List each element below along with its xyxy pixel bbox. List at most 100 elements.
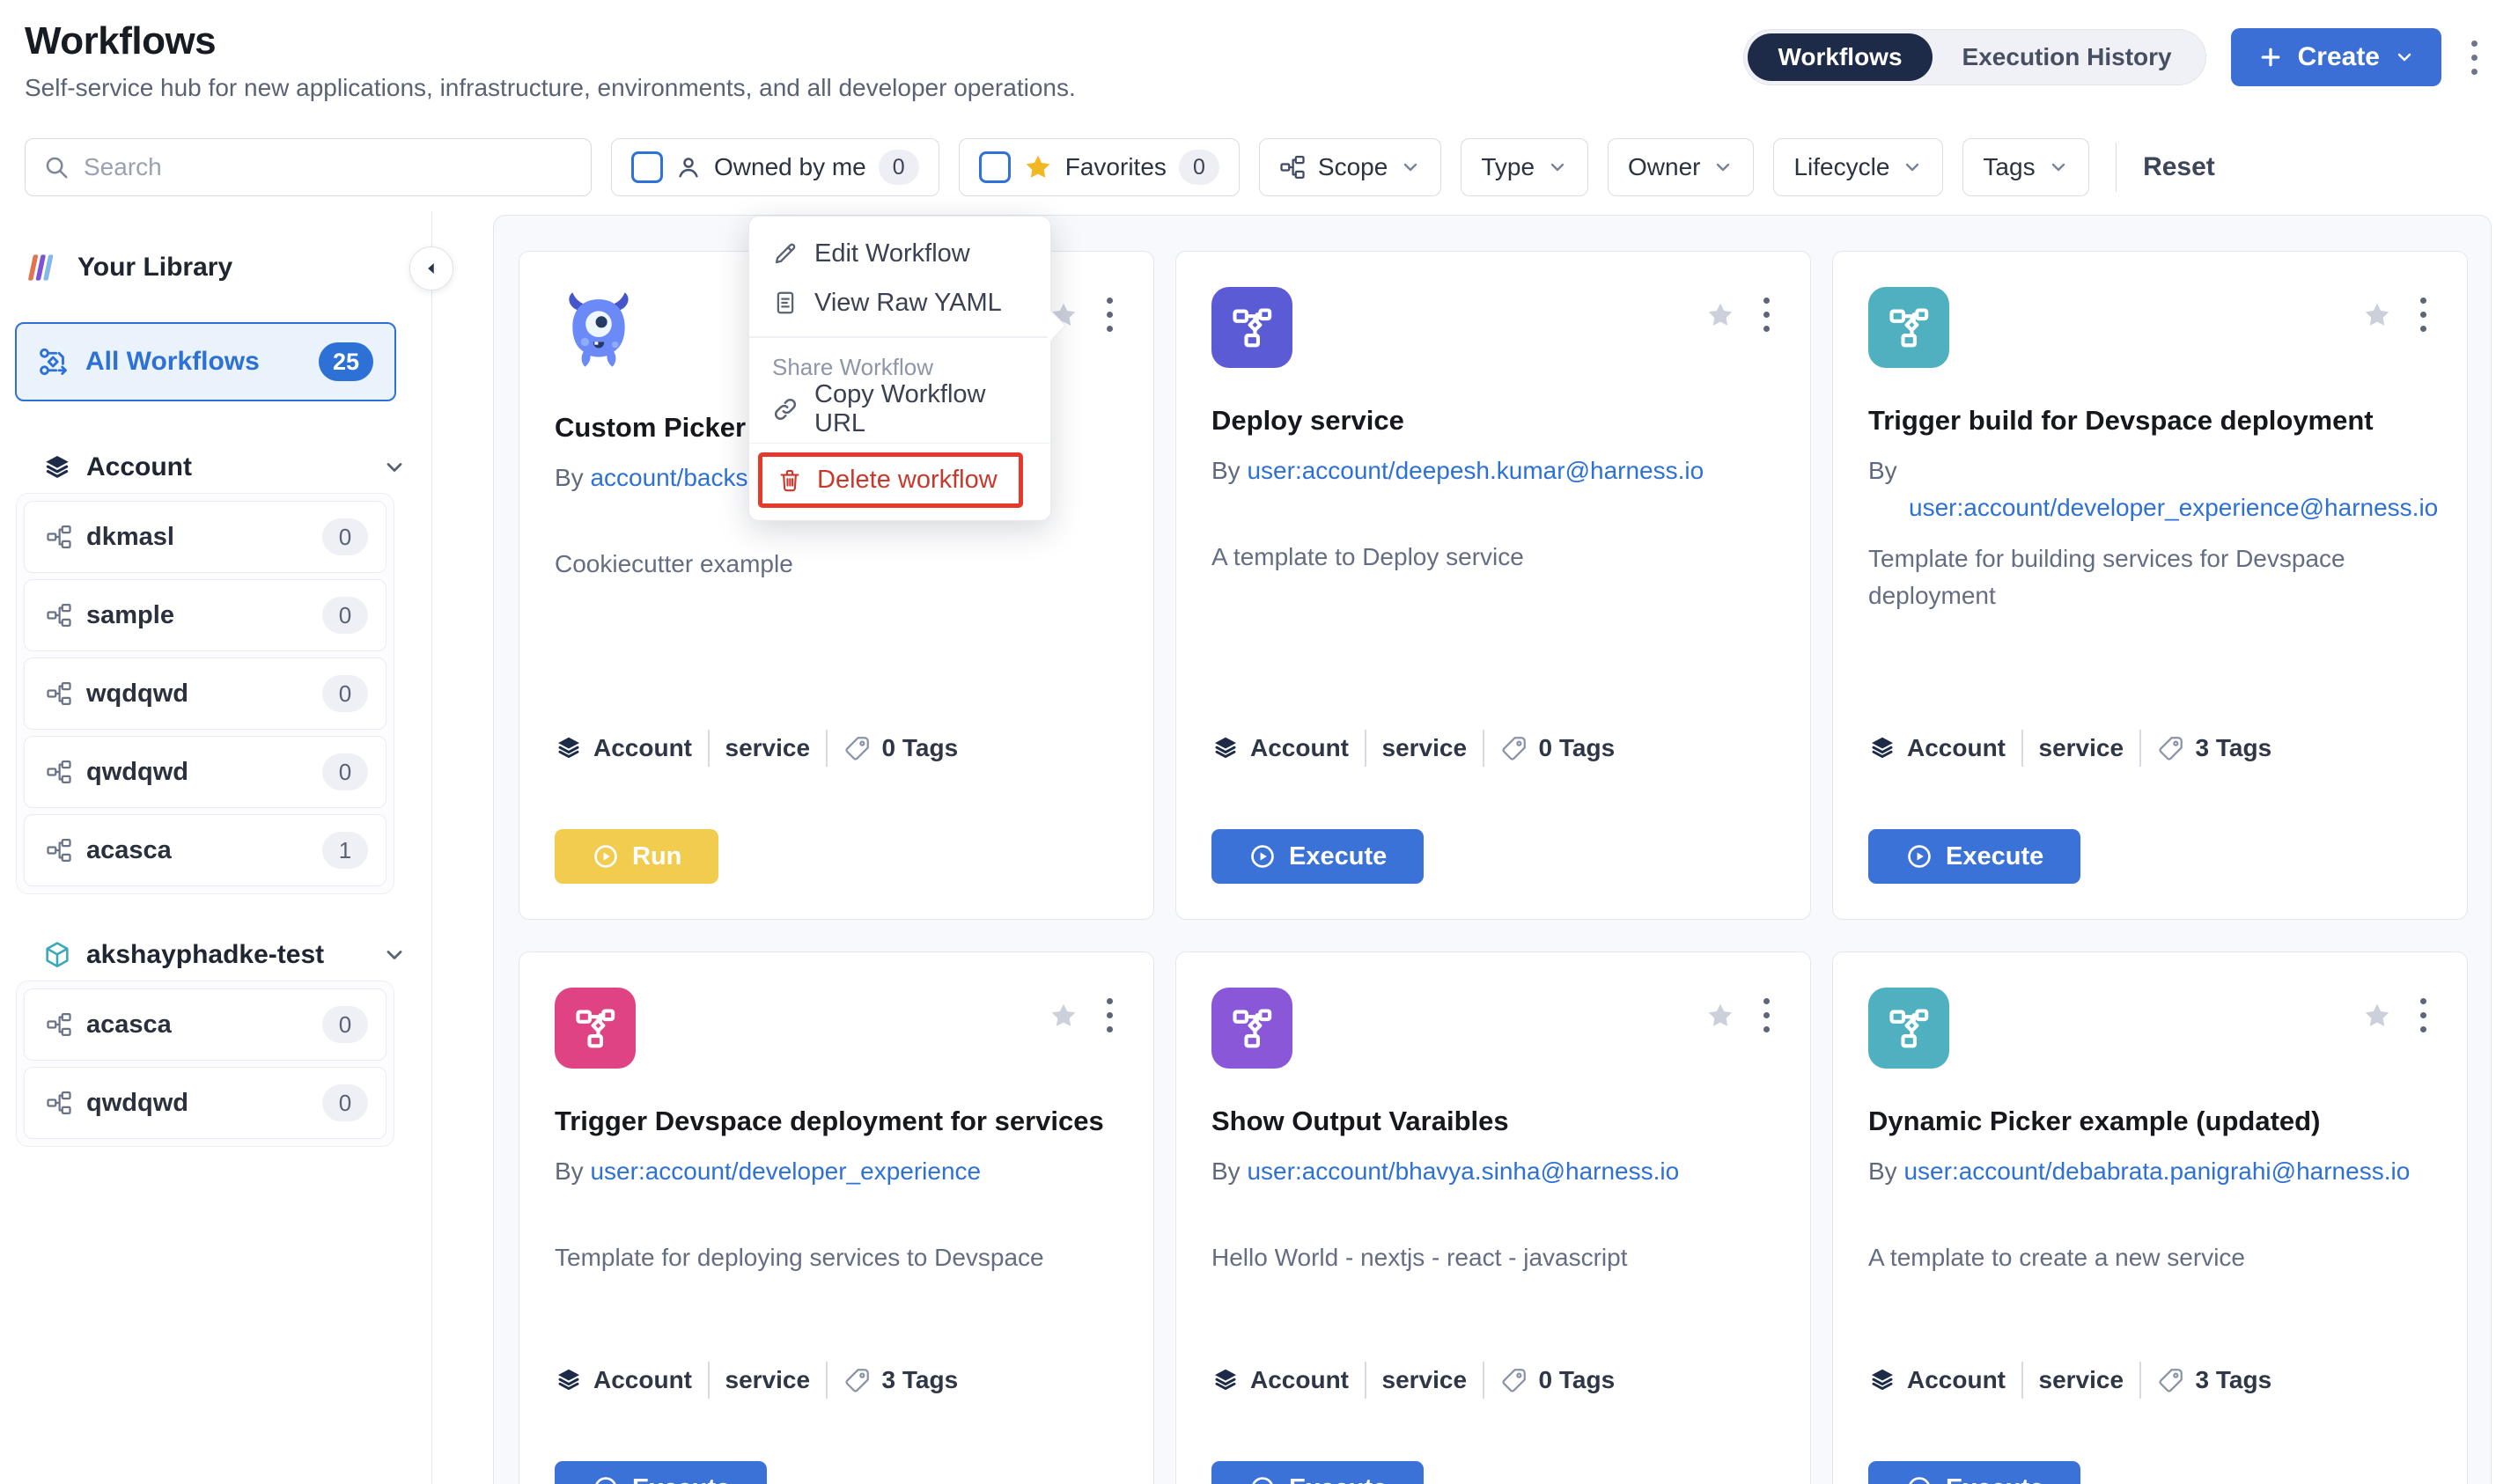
sidebar-item-acasca-2[interactable]: acasca 0 <box>24 988 387 1061</box>
execute-button[interactable]: Execute <box>555 1461 767 1484</box>
favorite-star-icon[interactable] <box>1705 1001 1735 1031</box>
favorites-filter[interactable]: Favorites 0 <box>959 138 1240 196</box>
sidebar-group-akshayphadke-test[interactable]: akshayphadke-test <box>42 940 407 970</box>
favorite-star-icon[interactable] <box>2362 300 2392 330</box>
card-kebab-menu-icon[interactable] <box>1758 993 1775 1038</box>
trash-icon <box>777 467 803 494</box>
favorite-star-icon[interactable] <box>2362 1001 2392 1031</box>
workflow-description: Template for deploying services to Devsp… <box>555 1239 1118 1313</box>
tags-count: 3 Tags <box>882 1366 959 1394</box>
owner-link[interactable]: user:account/debabrata.panigrahi@harness… <box>1903 1157 2410 1185</box>
owner-dropdown[interactable]: Owner <box>1608 138 1754 196</box>
chevron-down-icon <box>1547 157 1568 178</box>
type-label: service <box>1382 734 1468 762</box>
sidebar-item-count: 1 <box>322 832 368 869</box>
card-kebab-menu-icon[interactable] <box>2415 993 2432 1038</box>
run-button[interactable]: Run <box>555 829 718 884</box>
sidebar-item-label: acasca <box>86 836 308 865</box>
library-icon <box>25 250 60 285</box>
favorite-star-icon[interactable] <box>1705 300 1735 330</box>
workflow-card-trigger-build[interactable]: Trigger build for Devspace deployment By… <box>1832 251 2468 920</box>
reset-filters-button[interactable]: Reset <box>2143 152 2215 182</box>
owned-by-me-count: 0 <box>879 150 919 185</box>
card-meta-row: Account service 3 Tags <box>1868 729 2432 768</box>
sidebar-collapse-button[interactable] <box>409 246 453 290</box>
cube-icon <box>42 940 72 970</box>
sidebar-item-dkmasl[interactable]: dkmasl 0 <box>24 501 387 573</box>
sidebar-item-sample[interactable]: sample 0 <box>24 579 387 651</box>
owner-link[interactable]: account/backs <box>590 464 747 491</box>
lifecycle-dropdown[interactable]: Lifecycle <box>1773 138 1943 196</box>
workflow-card-dynamic-picker[interactable]: Dynamic Picker example (updated) By user… <box>1832 951 2468 1484</box>
card-kebab-menu-icon[interactable] <box>1101 993 1118 1038</box>
card-kebab-menu-icon[interactable] <box>1758 292 1775 337</box>
owner-link[interactable]: user:account/deepesh.kumar@harness.io <box>1247 457 1704 484</box>
sidebar-item-label: sample <box>86 601 308 630</box>
sidebar-item-acasca[interactable]: acasca 1 <box>24 814 387 886</box>
tags-count: 0 Tags <box>882 734 959 762</box>
menu-item-label: View Raw YAML <box>814 289 1002 318</box>
sidebar-item-all-workflows[interactable]: All Workflows 25 <box>15 322 396 401</box>
sidebar-group-account[interactable]: Account <box>42 452 407 482</box>
card-kebab-menu-icon[interactable] <box>2415 292 2432 337</box>
execute-button[interactable]: Execute <box>1868 1461 2080 1484</box>
run-button-label: Run <box>632 842 681 871</box>
tags-count: 0 Tags <box>1539 734 1616 762</box>
execute-button[interactable]: Execute <box>1211 829 1424 884</box>
workflow-description: Hello World - nextjs - react - javascrip… <box>1211 1239 1775 1313</box>
workflow-card-show-output[interactable]: Show Output Varaibles By user:account/bh… <box>1175 951 1811 1484</box>
all-workflows-label: All Workflows <box>85 347 303 377</box>
share-workflow-section-label: Share Workflow <box>749 347 1050 385</box>
scope-dropdown[interactable]: Scope <box>1259 138 1441 196</box>
execute-button[interactable]: Execute <box>1868 829 2080 884</box>
by-label: By <box>555 464 584 491</box>
menu-item-copy-workflow-url[interactable]: Copy Workflow URL <box>749 385 1050 434</box>
create-button[interactable]: Create <box>2231 28 2441 86</box>
favorites-checkbox[interactable] <box>979 151 1011 183</box>
play-circle-icon <box>592 842 620 871</box>
workflow-tree-icon <box>46 680 72 707</box>
sidebar-item-qwdqwd[interactable]: qwdqwd 0 <box>24 736 387 808</box>
person-icon <box>675 154 702 180</box>
favorites-label: Favorites <box>1065 153 1167 181</box>
all-workflows-count-badge: 25 <box>319 342 373 381</box>
scope-stack-icon <box>1868 734 1896 762</box>
page-kebab-menu-icon[interactable] <box>2466 35 2483 80</box>
group-name: Account <box>86 452 368 482</box>
workflow-description: A template to create a new service <box>1868 1239 2432 1313</box>
scope-label: Account <box>1907 1366 2006 1394</box>
type-dropdown[interactable]: Type <box>1461 138 1588 196</box>
scope-stack-icon <box>1211 734 1240 762</box>
card-kebab-menu-icon[interactable] <box>1101 292 1118 337</box>
search-box <box>25 138 592 196</box>
owner-link[interactable]: user:account/developer_experience@harnes… <box>1909 494 2438 521</box>
chevron-left-icon <box>420 257 443 280</box>
sidebar-item-label: acasca <box>86 1010 308 1040</box>
play-circle-icon <box>1905 1474 1933 1484</box>
menu-item-label: Edit Workflow <box>814 239 970 268</box>
execute-button[interactable]: Execute <box>1211 1461 1424 1484</box>
favorite-star-icon[interactable] <box>1049 1001 1079 1031</box>
owner-link[interactable]: user:account/developer_experience <box>590 1157 981 1185</box>
sidebar-item-wqdqwd[interactable]: wqdqwd 0 <box>24 658 387 730</box>
by-label: By <box>1211 1157 1241 1185</box>
sidebar-item-qwdqwd-2[interactable]: qwdqwd 0 <box>24 1067 387 1139</box>
workflow-title: Deploy service <box>1211 401 1775 440</box>
workflow-card-deploy-service[interactable]: Deploy service By user:account/deepesh.k… <box>1175 251 1811 920</box>
workflow-title: Dynamic Picker example (updated) <box>1868 1102 2432 1141</box>
owner-link[interactable]: user:account/bhavya.sinha@harness.io <box>1247 1157 1679 1185</box>
workflow-context-menu: Edit Workflow View Raw YAML Share Workfl… <box>748 216 1051 521</box>
tab-workflows[interactable]: Workflows <box>1748 33 1932 81</box>
search-input[interactable] <box>84 153 573 181</box>
owned-by-me-filter[interactable]: Owned by me 0 <box>611 138 939 196</box>
tab-execution-history[interactable]: Execution History <box>1933 33 2202 81</box>
menu-item-view-raw-yaml[interactable]: View Raw YAML <box>749 278 1050 327</box>
menu-item-delete-workflow[interactable]: Delete workflow <box>758 452 1023 508</box>
menu-item-edit-workflow[interactable]: Edit Workflow <box>749 229 1050 278</box>
group-name: akshayphadke-test <box>86 940 368 970</box>
owned-by-me-checkbox[interactable] <box>631 151 663 183</box>
tag-icon <box>2157 734 2185 762</box>
workflow-card-trigger-devspace[interactable]: Trigger Devspace deployment for services… <box>519 951 1154 1484</box>
type-label: service <box>725 1366 811 1394</box>
tags-dropdown[interactable]: Tags <box>1962 138 2088 196</box>
